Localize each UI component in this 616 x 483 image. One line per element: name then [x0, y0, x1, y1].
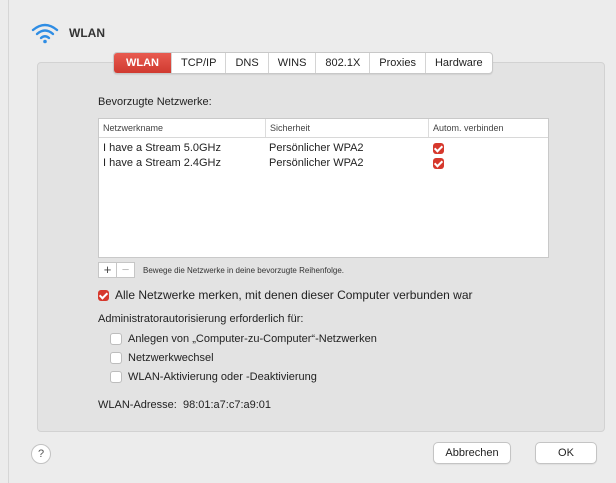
admin-option-checkbox[interactable]: [110, 371, 122, 383]
table-row[interactable]: I have a Stream 2.4GHz Persönlicher WPA2: [99, 156, 548, 171]
add-network-button[interactable]: +: [98, 262, 117, 278]
remember-networks-option[interactable]: Alle Netzwerke merken, mit denen dieser …: [98, 288, 473, 302]
remove-network-button[interactable]: −: [117, 262, 135, 278]
wlan-settings-window: WLAN WLAN TCP/IP DNS WINS 802.1X Proxies…: [8, 0, 616, 483]
network-security: Persönlicher WPA2: [269, 157, 364, 169]
dialog-footer: ? Abbrechen OK: [9, 436, 616, 476]
wlan-address: WLAN-Adresse: 98:01:a7:c7:a9:01: [98, 399, 272, 411]
column-header-security[interactable]: Sicherheit: [266, 119, 429, 137]
tab-hardware[interactable]: Hardware: [426, 53, 492, 73]
auto-connect-checkbox[interactable]: [433, 142, 444, 154]
help-button[interactable]: ?: [31, 444, 51, 464]
table-row[interactable]: I have a Stream 5.0GHz Persönlicher WPA2: [99, 141, 548, 156]
tab-wlan[interactable]: WLAN: [114, 53, 172, 73]
network-name: I have a Stream 2.4GHz: [103, 157, 221, 169]
tab-wins[interactable]: WINS: [269, 53, 317, 73]
tab-dns[interactable]: DNS: [226, 53, 269, 73]
network-name: I have a Stream 5.0GHz: [103, 142, 221, 154]
network-list-controls: + − Bewege die Netzwerke in deine bevorz…: [98, 262, 344, 278]
remember-networks-label: Alle Netzwerke merken, mit denen dieser …: [115, 288, 473, 302]
admin-option-label: WLAN-Aktivierung oder -Deaktivierung: [128, 371, 317, 383]
admin-option-label: Anlegen von „Computer-zu-Computer“-Netzw…: [128, 333, 377, 345]
cancel-button[interactable]: Abbrechen: [433, 442, 511, 464]
admin-option-label: Netzwerkwechsel: [128, 352, 214, 364]
auto-connect-checkbox[interactable]: [433, 157, 444, 169]
reorder-hint: Bewege die Netzwerke in deine bevorzugte…: [143, 265, 345, 275]
admin-option-computer-to-computer[interactable]: Anlegen von „Computer-zu-Computer“-Netzw…: [110, 333, 377, 345]
window-title-bar: WLAN: [31, 20, 105, 46]
preferred-networks-table[interactable]: Netzwerkname Sicherheit Autom. verbinden…: [98, 118, 549, 258]
table-body: I have a Stream 5.0GHz Persönlicher WPA2…: [99, 138, 548, 171]
window-title: WLAN: [69, 26, 105, 40]
admin-auth-title: Administratorautorisierung erforderlich …: [98, 313, 304, 325]
table-header: Netzwerkname Sicherheit Autom. verbinden: [99, 119, 548, 138]
tab-tcpip[interactable]: TCP/IP: [172, 53, 227, 73]
admin-option-checkbox[interactable]: [110, 352, 122, 364]
network-security: Persönlicher WPA2: [269, 142, 364, 154]
tab-bar: WLAN TCP/IP DNS WINS 802.1X Proxies Hard…: [113, 52, 493, 74]
wifi-icon: [31, 23, 59, 44]
tab-proxies[interactable]: Proxies: [370, 53, 426, 73]
column-header-auto-connect[interactable]: Autom. verbinden: [429, 119, 548, 137]
admin-option-wlan-toggle[interactable]: WLAN-Aktivierung oder -Deaktivierung: [110, 371, 317, 383]
admin-option-checkbox[interactable]: [110, 333, 122, 345]
admin-option-network-change[interactable]: Netzwerkwechsel: [110, 352, 214, 364]
tab-8021x[interactable]: 802.1X: [316, 53, 371, 73]
column-header-name[interactable]: Netzwerkname: [99, 119, 266, 137]
remember-networks-checkbox[interactable]: [98, 289, 109, 301]
ok-button[interactable]: OK: [535, 442, 597, 464]
preferred-networks-title: Bevorzugte Netzwerke:: [98, 96, 212, 108]
